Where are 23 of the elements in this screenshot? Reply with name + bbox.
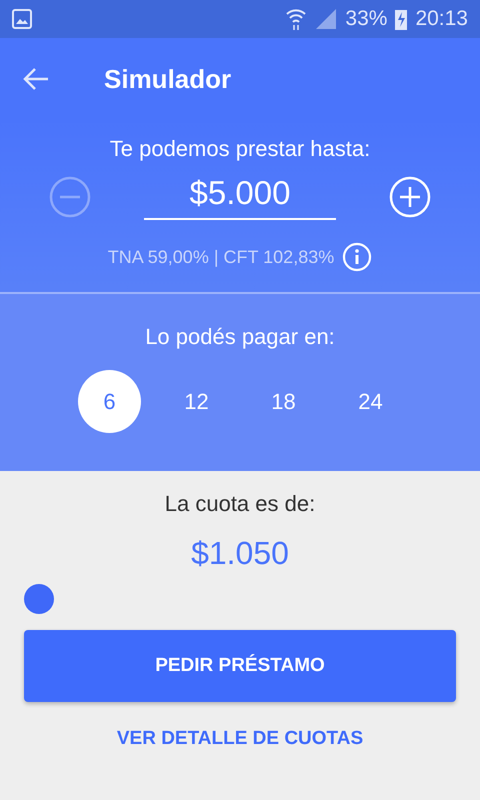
installment-details-link[interactable]: VER DETALLE DE CUOTAS <box>116 728 364 750</box>
indicator-dot <box>24 584 54 614</box>
back-arrow-icon[interactable] <box>22 67 50 91</box>
clock-time: 20:13 <box>415 7 468 31</box>
increase-button[interactable] <box>388 175 432 219</box>
term-option[interactable]: 12 <box>165 370 228 433</box>
amount-label: Te podemos prestar hasta: <box>110 136 370 162</box>
image-icon <box>12 9 32 29</box>
battery-percent: 33% <box>345 7 388 31</box>
info-icon[interactable] <box>342 242 372 272</box>
term-option[interactable]: 18 <box>252 370 315 433</box>
interest-rates: TNA 59,00% | CFT 102,83% <box>108 246 334 268</box>
amount-field[interactable]: $5.000 <box>144 174 336 220</box>
wifi-icon <box>285 7 308 31</box>
installment-label: La cuota es de: <box>164 491 316 517</box>
terms-label: Lo podés pagar en: <box>145 324 335 350</box>
term-option[interactable]: 6 <box>78 370 141 433</box>
installment-amount: $1.050 <box>191 535 289 572</box>
screen-title: Simulador <box>104 64 232 94</box>
battery-charging-icon <box>395 8 408 30</box>
term-option[interactable]: 24 <box>339 370 402 433</box>
request-loan-button[interactable]: PEDIR PRÉSTAMO <box>24 630 456 702</box>
signal-icon <box>315 8 338 30</box>
